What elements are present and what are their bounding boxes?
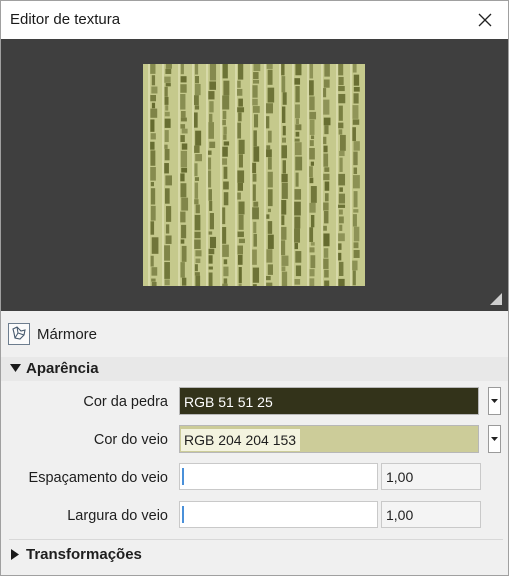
section-divider [9, 539, 503, 540]
window-title: Editor de textura [10, 11, 121, 28]
stone-color-dropdown-button[interactable] [488, 387, 501, 415]
material-name: Mármore [37, 326, 98, 343]
transforms-section-label: Transformações [26, 546, 142, 563]
vein-spacing-input[interactable]: 1,00 [381, 463, 481, 490]
close-icon [478, 13, 492, 27]
caret-right-icon [11, 549, 19, 560]
resize-grip-icon[interactable] [490, 293, 502, 305]
texture-preview [1, 39, 508, 311]
texture-editor-window: Editor de textura Mármore Aparência Cor … [0, 0, 509, 576]
marble-texture-swatch [143, 64, 365, 286]
close-button[interactable] [462, 1, 508, 39]
marble-material-icon [8, 323, 30, 345]
stone-color-value: RGB 51 51 25 [184, 394, 273, 410]
dropdown-arrow-icon [491, 399, 498, 403]
vein-color-label: Cor do veio [93, 432, 168, 448]
transforms-section-header[interactable]: Transformações [1, 543, 508, 567]
vein-width-slider[interactable] [179, 501, 378, 528]
appearance-section-label: Aparência [26, 360, 99, 377]
vein-width-input[interactable]: 1,00 [381, 501, 481, 528]
appearance-section-header[interactable]: Aparência [1, 357, 508, 381]
stone-color-label: Cor da pedra [83, 394, 168, 410]
vein-spacing-slider-fill [182, 468, 184, 485]
vein-color-dropdown-button[interactable] [488, 425, 501, 453]
vein-width-label: Largura do veio [67, 508, 168, 524]
dropdown-arrow-icon [491, 437, 498, 441]
vein-color-field[interactable]: RGB 204 204 153 [179, 425, 479, 453]
caret-down-icon [10, 364, 21, 372]
vein-width-slider-fill [182, 506, 184, 523]
title-bar: Editor de textura [1, 1, 508, 39]
vein-spacing-label: Espaçamento do veio [28, 470, 168, 486]
vein-spacing-slider[interactable] [179, 463, 378, 490]
material-row: Mármore [1, 317, 508, 353]
stone-color-field[interactable]: RGB 51 51 25 [179, 387, 479, 415]
vein-color-value: RGB 204 204 153 [181, 429, 301, 451]
